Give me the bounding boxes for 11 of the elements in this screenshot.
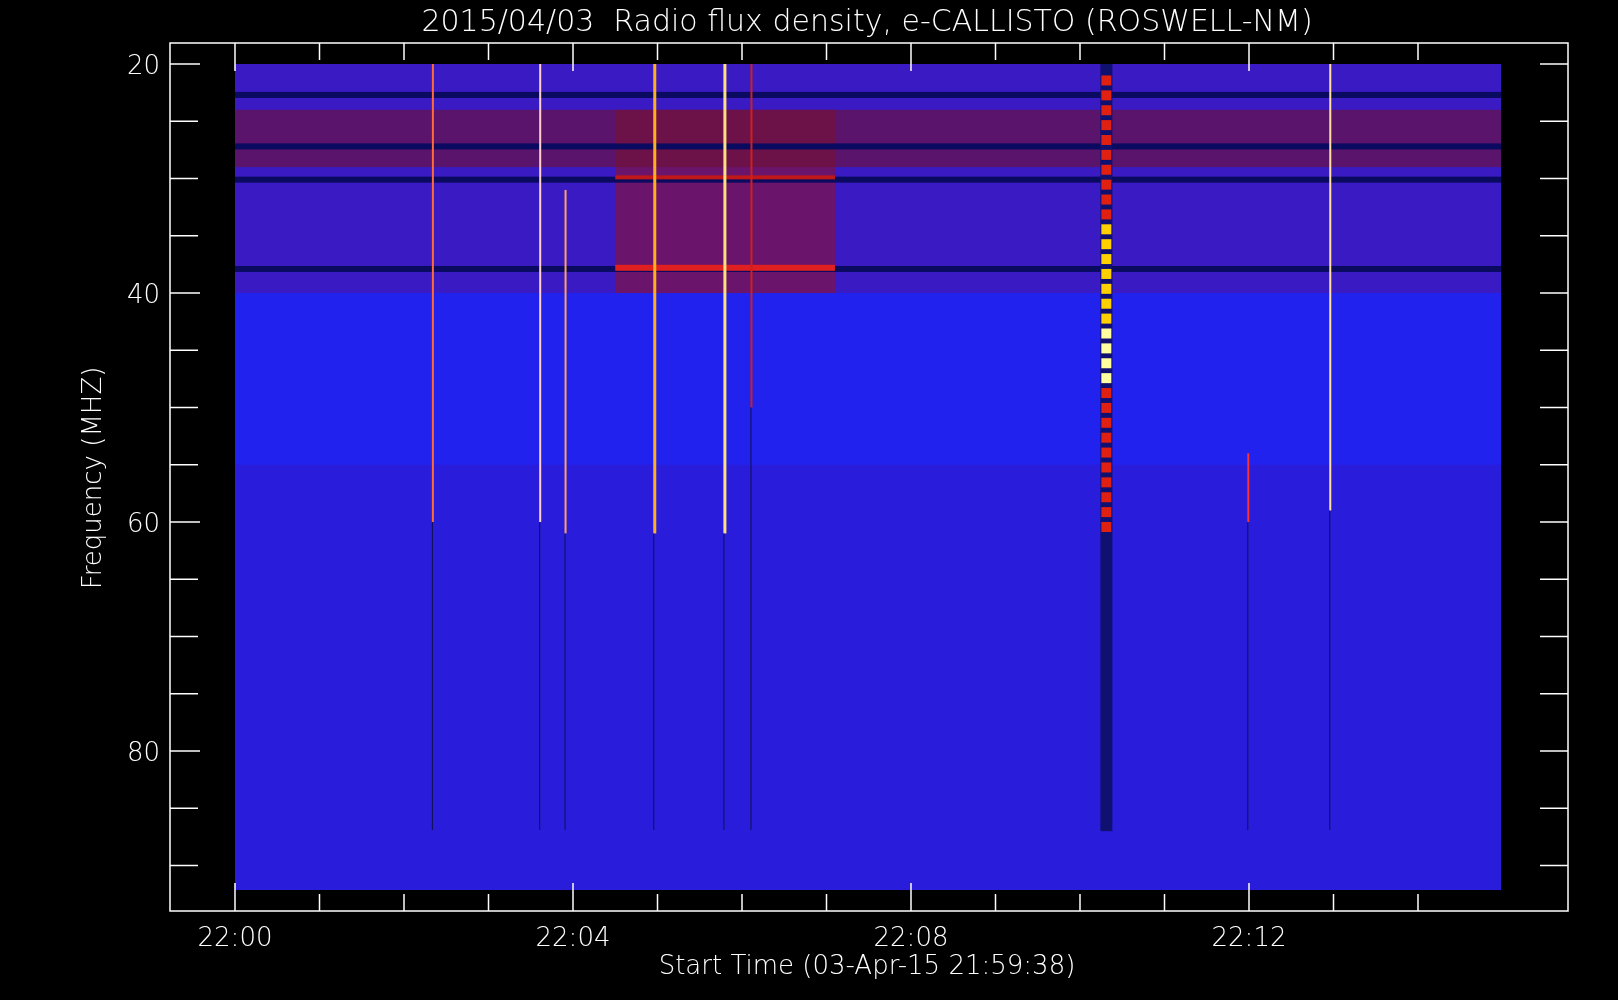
x-tick-label: 22:08 <box>873 922 949 952</box>
y-tick-label: 80 <box>126 737 160 767</box>
x-tick-label: 22:12 <box>1211 922 1287 952</box>
chart-title: 2015/04/03 Radio flux density, e-CALLISTO (ROSWELL-NM) <box>421 3 1313 38</box>
y-tick-label: 20 <box>126 50 160 80</box>
x-axis-label: Start Time (03-Apr-15 21:59:38) <box>658 950 1076 980</box>
y-axis-label: Frequency (MHZ) <box>77 366 107 590</box>
x-tick-label: 22:00 <box>197 922 273 952</box>
y-tick-label: 60 <box>126 508 160 538</box>
y-tick-label: 40 <box>126 279 160 309</box>
x-tick-label: 22:04 <box>535 922 611 952</box>
